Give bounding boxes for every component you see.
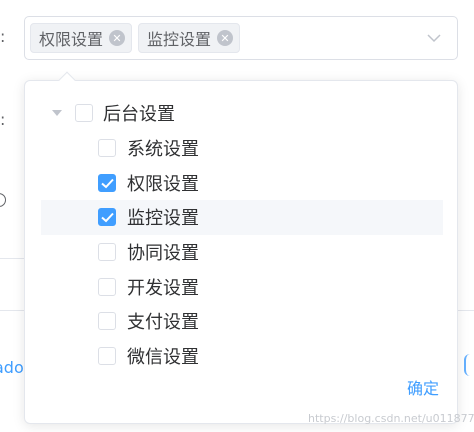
tree-select-input[interactable]: 权限设置 ✕ 监控设置 ✕ [24,16,458,60]
check-icon [101,213,114,223]
tree-node[interactable]: 权限设置 [41,165,443,200]
radio-button[interactable] [0,193,6,207]
tree-node[interactable]: 协同设置 [41,235,443,270]
node-checkbox[interactable] [98,277,116,296]
confirm-button[interactable]: 确定 [407,375,439,399]
tag-label: 权限设置 [39,30,104,49]
link-edge [464,354,474,376]
caret-down-icon[interactable] [52,110,62,117]
tree-node-label: 支付设置 [127,312,199,334]
tree-node[interactable]: 支付设置 [41,304,443,339]
chevron-down-icon[interactable] [427,31,441,45]
check-icon [101,178,114,189]
tree-node-label: 协同设置 [127,243,199,265]
node-checkbox[interactable] [98,243,116,262]
node-checkbox[interactable] [98,347,116,366]
form-label-colon: : [0,110,6,129]
tree-node-label: 系统设置 [127,139,199,161]
node-checkbox[interactable] [75,104,93,123]
tree-node[interactable]: 系统设置 [41,131,443,166]
tree-node-label: 权限设置 [127,173,199,195]
tree-node-label: 监控设置 [127,208,199,230]
selected-tag: 权限设置 ✕ [30,23,133,53]
page: : : ado 权限设置 ✕ 监控设置 ✕ 后台设置 [0,0,474,432]
link-text[interactable]: ado [0,358,24,377]
node-checkbox[interactable] [98,208,116,227]
tree-node-parent[interactable]: 后台设置 [41,96,443,131]
node-checkbox[interactable] [98,139,116,158]
popper-arrow [58,71,76,89]
tree: 后台设置 系统设置 权限设置 监控设置 协同设置 开发设置 支付设置 微信设置 [41,96,443,374]
tree-node[interactable]: 开发设置 [41,269,443,304]
close-icon[interactable]: ✕ [109,30,126,46]
tree-node-label: 微信设置 [127,347,199,369]
node-checkbox[interactable] [98,312,116,331]
tree-node-label: 后台设置 [103,104,175,126]
tag-label: 监控设置 [147,30,212,49]
selected-tag: 监控设置 ✕ [138,23,241,53]
watermark: https://blog.csdn.net/u011877155 [308,412,474,425]
form-label-colon: : [0,27,6,46]
tree-node[interactable]: 微信设置 [41,339,443,374]
tree-dropdown-panel: 后台设置 系统设置 权限设置 监控设置 协同设置 开发设置 支付设置 微信设置 … [24,71,458,424]
tree-node-label: 开发设置 [127,277,199,299]
tree-node[interactable]: 监控设置 [41,200,443,235]
close-icon[interactable]: ✕ [217,30,234,46]
node-checkbox[interactable] [98,173,116,192]
